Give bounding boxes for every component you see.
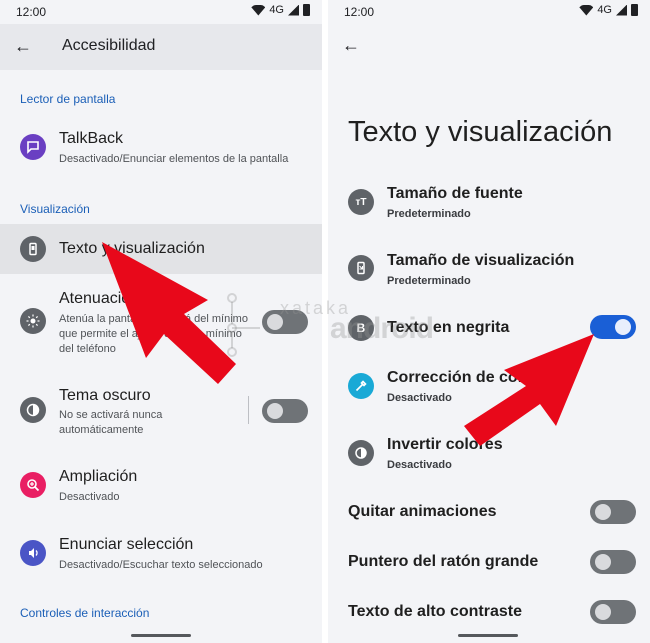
cellular-signal-icon (616, 4, 627, 16)
talkback-icon (20, 134, 46, 160)
large-pointer-toggle[interactable] (590, 550, 636, 574)
status-time: 12:00 (16, 5, 47, 19)
section-header-display: Visualización (20, 202, 90, 216)
network-type: 4G (269, 4, 284, 16)
page-title: Accesibilidad (62, 37, 156, 54)
display-size-icon (348, 255, 374, 281)
color-inversion-subtitle: Desactivado (387, 459, 452, 471)
select-to-speak-subtitle: Desactivado/Escuchar texto seleccionado (59, 559, 263, 571)
list-item-font-size[interactable]: тT Tamaño de fuente Predeterminado (328, 180, 650, 228)
font-size-subtitle: Predeterminado (387, 208, 471, 220)
list-item-color-inversion[interactable]: Invertir colores Desactivado (328, 432, 650, 480)
magnification-subtitle: Desactivado (59, 491, 120, 503)
extra-dim-subtitle: Atenúa la pantalla más allá del mínimo q… (59, 313, 248, 355)
gesture-navigation-bar[interactable] (131, 634, 191, 637)
network-type: 4G (597, 4, 612, 16)
section-header-screen-reader: Lector de pantalla (20, 92, 116, 106)
remove-animations-title: Quitar animaciones (348, 503, 497, 520)
list-item-dark-theme[interactable]: Tema oscuro No se activará nunca automát… (0, 380, 322, 440)
section-header-interaction: Controles de interacción (20, 606, 150, 620)
talkback-subtitle: Desactivado/Enunciar elementos de la pan… (59, 153, 289, 165)
list-item-display-size[interactable]: Tamaño de visualización Predeterminado (328, 247, 650, 295)
display-size-subtitle: Predeterminado (387, 275, 471, 287)
list-item-magnification[interactable]: Ampliación Desactivado (0, 462, 322, 512)
wifi-icon (251, 4, 266, 16)
phone-display-icon (20, 236, 46, 262)
list-item-select-to-speak[interactable]: Enunciar selección Desactivado/Escuchar … (0, 530, 322, 580)
remove-animations-toggle[interactable] (590, 500, 636, 524)
cellular-signal-icon (288, 4, 299, 16)
extra-dim-title: Atenuación extra (59, 290, 180, 307)
color-correction-subtitle: Desactivado (387, 392, 452, 404)
bold-text-toggle[interactable] (590, 315, 636, 339)
display-size-title: Tamaño de visualización (387, 252, 575, 269)
eyedropper-icon (348, 373, 374, 399)
talkback-title: TalkBack (59, 130, 124, 147)
large-pointer-title: Puntero del ratón grande (348, 553, 539, 570)
color-inversion-title: Invertir colores (387, 436, 503, 453)
wifi-icon (579, 4, 594, 16)
dark-theme-title: Tema oscuro (59, 387, 151, 404)
accessibility-screen: 12:00 4G ← Accesibilidad Lector de panta… (0, 0, 322, 643)
font-size-icon: тT (348, 189, 374, 215)
status-bar: 12:00 4G (328, 0, 650, 24)
battery-icon (631, 4, 638, 16)
select-to-speak-title: Enunciar selección (59, 536, 194, 553)
invert-colors-icon (348, 440, 374, 466)
magnification-title: Ampliación (59, 468, 138, 485)
font-size-title: Tamaño de fuente (387, 185, 523, 202)
list-item-text-and-display[interactable]: Texto y visualización (0, 224, 322, 274)
status-time: 12:00 (344, 5, 375, 19)
color-correction-title: Corrección de color (387, 369, 539, 386)
high-contrast-toggle[interactable] (590, 600, 636, 624)
extra-dim-toggle[interactable] (262, 310, 308, 334)
brightness-icon (20, 308, 46, 334)
back-arrow-icon[interactable]: ← (14, 36, 32, 56)
list-item-remove-animations[interactable]: Quitar animaciones (328, 497, 650, 527)
list-item-talkback[interactable]: TalkBack Desactivado/Enunciar elementos … (0, 122, 322, 174)
bold-text-icon: B (348, 315, 374, 341)
list-item-extra-dim[interactable]: Atenuación extra Atenúa la pantalla más … (0, 284, 322, 360)
gesture-navigation-bar[interactable] (458, 634, 518, 637)
list-item-color-correction[interactable]: Corrección de color Desactivado (328, 365, 650, 413)
dark-theme-toggle[interactable] (262, 399, 308, 423)
list-item-high-contrast-text[interactable]: Texto de alto contraste (328, 597, 650, 627)
status-bar: 12:00 4G (0, 0, 322, 24)
dark-theme-subtitle: No se activará nunca automáticamente (59, 409, 163, 436)
text-and-display-screen: 12:00 4G ← Texto y visualización тT Tama… (328, 0, 650, 643)
list-item-bold-text[interactable]: B Texto en negrita (328, 312, 650, 344)
dark-theme-icon (20, 397, 46, 423)
magnifier-icon (20, 472, 46, 498)
page-title: Texto y visualización (348, 116, 613, 148)
bold-text-title: Texto en negrita (387, 319, 510, 336)
speaker-icon (20, 540, 46, 566)
high-contrast-title: Texto de alto contraste (348, 603, 522, 620)
back-arrow-icon[interactable]: ← (342, 35, 360, 55)
battery-icon (303, 4, 310, 16)
divider (248, 396, 249, 424)
app-bar: ← Accesibilidad (0, 24, 322, 70)
text-and-display-title: Texto y visualización (59, 240, 205, 257)
list-item-large-pointer[interactable]: Puntero del ratón grande (328, 547, 650, 577)
